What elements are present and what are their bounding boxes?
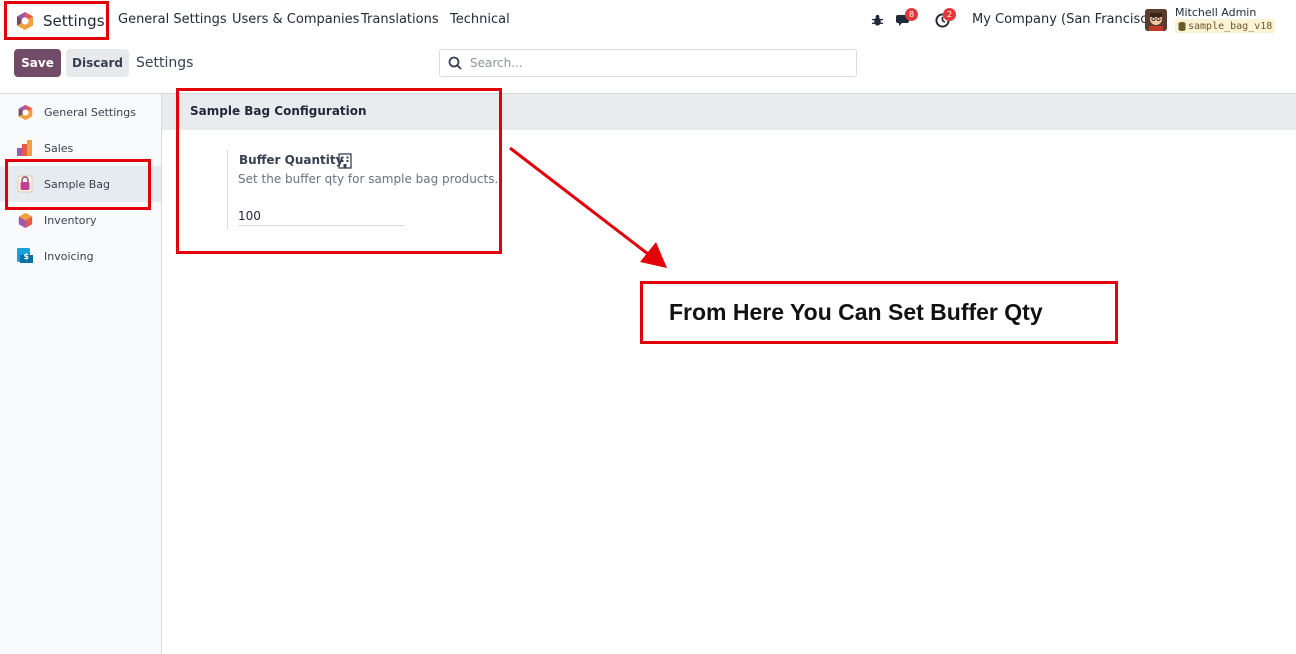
sidebar-item-label: General Settings <box>44 105 136 119</box>
odoo-logo-icon <box>16 103 34 121</box>
annotation-text: From Here You Can Set Buffer Qty <box>669 299 1043 325</box>
activities-clock-icon[interactable]: 2 <box>933 8 956 29</box>
menu-users-companies[interactable]: Users & Companies <box>232 12 359 27</box>
activities-badge: 2 <box>943 8 956 21</box>
svg-text:$: $ <box>24 252 30 261</box>
menu-general-settings[interactable]: General Settings <box>118 12 227 27</box>
app-title: Settings <box>43 11 105 30</box>
company-switcher[interactable]: My Company (San Francisco) <box>972 12 1160 27</box>
sidebar-item-label: Sales <box>44 141 74 155</box>
config-highlight-box <box>176 88 502 254</box>
sidebar-item-invoicing[interactable]: $ Invoicing <box>0 238 161 274</box>
sales-chart-icon <box>16 139 34 157</box>
search-icon <box>448 56 462 70</box>
database-icon <box>1178 21 1186 31</box>
sidebar-item-general-settings[interactable]: General Settings <box>0 94 161 130</box>
page-title: Settings <box>136 55 194 71</box>
discard-button[interactable]: Discard <box>66 49 129 77</box>
sidebar-item-label: Invoicing <box>44 249 94 263</box>
database-name: sample_bag_v18 <box>1188 20 1273 32</box>
search-input[interactable] <box>470 56 830 70</box>
user-avatar[interactable] <box>1145 9 1167 31</box>
top-navbar: Settings General Settings Users & Compan… <box>0 0 1296 41</box>
sidebar-highlight-box <box>5 159 151 210</box>
annotation-box: From Here You Can Set Buffer Qty <box>640 281 1118 344</box>
messages-badge: 8 <box>905 8 918 21</box>
app-switcher[interactable]: Settings <box>4 1 109 40</box>
user-name[interactable]: Mitchell Admin <box>1175 6 1256 19</box>
debug-bug-icon[interactable] <box>868 11 886 29</box>
inventory-box-icon <box>16 211 34 229</box>
menu-translations[interactable]: Translations <box>361 12 439 27</box>
invoicing-icon: $ <box>16 247 34 265</box>
messages-chat-icon[interactable]: 8 <box>895 8 918 29</box>
menu-technical[interactable]: Technical <box>450 12 510 27</box>
save-button[interactable]: Save <box>14 49 61 77</box>
odoo-logo-icon <box>17 11 33 30</box>
search-bar[interactable] <box>439 49 857 77</box>
sidebar-item-label: Inventory <box>44 213 97 227</box>
database-badge: sample_bag_v18 <box>1175 19 1276 33</box>
